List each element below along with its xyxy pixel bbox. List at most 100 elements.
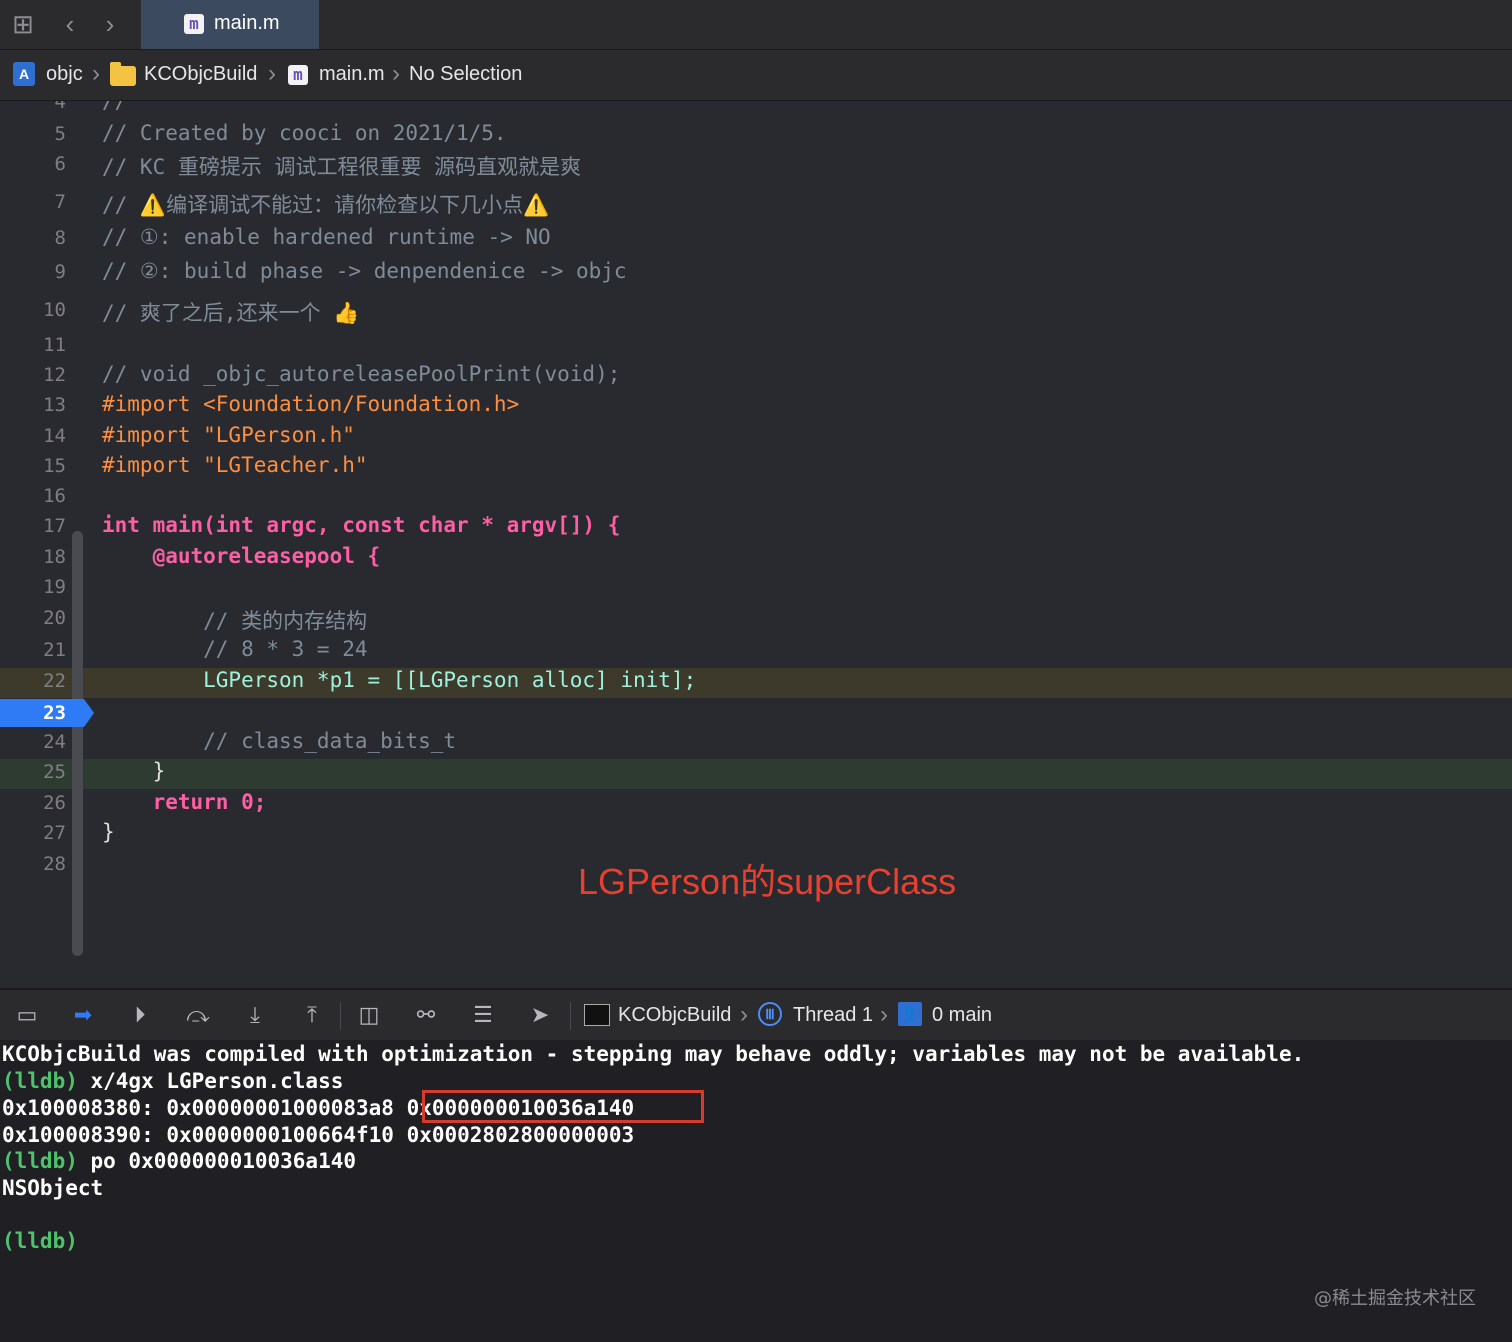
view-hierarchy-icon[interactable]: ◫ <box>355 1001 383 1029</box>
forward-arrow-icon[interactable]: › <box>95 9 125 39</box>
source-editor[interactable]: 4 // 5 // Created by cooci on 2021/1/5. … <box>0 101 1512 988</box>
thread-icon: Ⅲ <box>758 1002 782 1026</box>
line-number: 21 <box>43 639 66 661</box>
line-number: 19 <box>43 576 66 598</box>
code-text: @autoreleasepool { <box>102 544 381 568</box>
code-text: // 爽了之后,还来一个 👍 <box>102 301 360 325</box>
tab-main-m[interactable]: m main.m <box>141 0 319 49</box>
line-number: 18 <box>43 546 66 568</box>
watermark: @稀土掘金技术社区 <box>1314 1288 1476 1309</box>
breadcrumb-file[interactable]: main.m <box>319 63 385 86</box>
continue-icon[interactable]: ⏵ <box>126 1001 154 1029</box>
line-number: 26 <box>43 792 66 814</box>
code-line: 16 <box>0 483 1512 513</box>
console-line: (lldb) po 0x000000010036a140 <box>2 1149 357 1173</box>
code-text: // KC 重磅提示 调试工程很重要 源码直观就是爽 <box>102 155 582 179</box>
breadcrumb-project[interactable]: objc <box>46 63 83 86</box>
debug-target[interactable]: KCObjcBuild <box>618 1004 731 1027</box>
code-line: 17 int main(int argc, const char * argv[… <box>0 513 1512 543</box>
line-number: 10 <box>43 299 66 321</box>
line-number: 5 <box>54 123 66 145</box>
objc-file-icon: m <box>288 65 308 85</box>
code-line: 27 } <box>0 820 1512 850</box>
highlight-box <box>422 1090 704 1123</box>
console-line: (lldb) x/4gx LGPerson.class <box>2 1069 344 1093</box>
hide-debug-area-icon[interactable]: ▭ <box>13 1001 41 1029</box>
code-line: 5 // Created by cooci on 2021/1/5. <box>0 121 1512 151</box>
code-line: 9 // ②: build phase -> denpendenice -> o… <box>0 259 1512 289</box>
code-line: 20 // 类的内存结构 <box>0 605 1512 635</box>
lldb-prompt: (lldb) <box>2 1069 78 1093</box>
code-line: 21 // 8 * 3 = 24 <box>0 637 1512 667</box>
code-text: } <box>102 759 166 783</box>
line-number: 28 <box>43 853 66 875</box>
line-number: 4 <box>54 101 66 113</box>
code-line: 4 // <box>0 101 1512 119</box>
breakpoints-toggle-icon[interactable]: ➡ <box>69 1001 97 1029</box>
line-number: 17 <box>43 515 66 537</box>
code-line: 6 // KC 重磅提示 调试工程很重要 源码直观就是爽 <box>0 151 1512 181</box>
code-text: // <box>102 101 128 113</box>
debug-frame[interactable]: 0 main <box>932 1004 992 1027</box>
grid-icon[interactable]: ⊞ <box>8 9 38 39</box>
step-out-icon[interactable]: ⤒ <box>298 1001 326 1029</box>
line-number: 15 <box>43 455 66 477</box>
lldb-prompt: (lldb) <box>2 1229 78 1253</box>
code-text: // ②: build phase -> denpendenice -> obj… <box>102 259 627 283</box>
code-line: 12 // void _objc_autoreleasePoolPrint(vo… <box>0 362 1512 392</box>
code-text: // class_data_bits_t <box>102 729 457 753</box>
code-text: int main(int argc, const char * argv[]) … <box>102 513 621 537</box>
console-line: (lldb) <box>2 1229 78 1253</box>
code-text: LGPerson *p1 = [[LGPerson alloc] init]; <box>102 668 697 692</box>
editor-scrollbar[interactable] <box>72 531 83 956</box>
line-number: 12 <box>43 364 66 386</box>
environment-overrides-icon[interactable]: ☰ <box>469 1001 497 1029</box>
code-text: // ⚠️编译调试不能过：请你检查以下几小点⚠️ <box>102 193 550 217</box>
code-line: 11 <box>0 332 1512 362</box>
line-number: 13 <box>43 394 66 416</box>
tab-bar: ⊞ ‹ › m main.m <box>0 0 1512 50</box>
divider <box>570 1002 571 1030</box>
code-line: 8 // ①: enable hardened runtime -> NO <box>0 225 1512 255</box>
step-over-icon[interactable]: ⤼ <box>184 1001 212 1029</box>
breakpoint-marker[interactable]: 23 <box>0 699 94 727</box>
line-number: 16 <box>43 485 66 507</box>
memory-graph-icon[interactable]: ⚯ <box>412 1001 440 1029</box>
chevron-right-icon: › <box>880 1001 888 1028</box>
code-line: 14 #import "LGPerson.h" <box>0 423 1512 453</box>
user-frame-icon: 👤 <box>898 1002 922 1026</box>
line-number: 11 <box>43 334 66 356</box>
breadcrumb-folder[interactable]: KCObjcBuild <box>144 63 257 86</box>
code-line-current-statement: 22 LGPerson *p1 = [[LGPerson alloc] init… <box>0 668 1512 698</box>
code-text: #import "LGTeacher.h" <box>102 453 368 477</box>
simulate-location-icon[interactable]: ➤ <box>526 1001 554 1029</box>
breakpoint-line-number: 23 <box>43 702 66 724</box>
code-line: 23 <box>0 699 1512 729</box>
tab-label: main.m <box>214 12 280 34</box>
line-number: 6 <box>54 153 66 175</box>
code-text: // 类的内存结构 <box>102 609 368 633</box>
chevron-right-icon: › <box>740 1001 748 1028</box>
line-number: 25 <box>43 761 66 783</box>
chevron-right-icon: › <box>92 60 100 87</box>
divider <box>340 1002 341 1030</box>
step-into-icon[interactable]: ⤓ <box>241 1001 269 1029</box>
code-line: 7 // ⚠️编译调试不能过：请你检查以下几小点⚠️ <box>0 189 1512 219</box>
jump-bar: A objc › KCObjcBuild › m main.m › No Sel… <box>0 50 1512 101</box>
debug-thread[interactable]: Thread 1 <box>793 1004 873 1027</box>
objc-file-icon: m <box>184 14 204 34</box>
debug-bar: ▭ ➡ ⏵ ⤼ ⤓ ⤒ ◫ ⚯ ☰ ➤ KCObjcBuild › Ⅲ Thre… <box>0 988 1512 1042</box>
code-text: } <box>102 820 115 844</box>
lldb-console[interactable]: KCObjcBuild was compiled with optimizati… <box>0 1040 1512 1342</box>
code-text: #import <Foundation/Foundation.h> <box>102 392 520 416</box>
code-text: // Created by cooci on 2021/1/5. <box>102 121 507 145</box>
annotation-label: LGPerson的superClass <box>578 861 957 902</box>
console-line: NSObject <box>2 1176 104 1200</box>
line-number: 27 <box>43 822 66 844</box>
line-number: 20 <box>43 607 66 629</box>
line-number: 14 <box>43 425 66 447</box>
code-line: 10 // 爽了之后,还来一个 👍 <box>0 297 1512 327</box>
back-arrow-icon[interactable]: ‹ <box>55 9 85 39</box>
breadcrumb-symbol[interactable]: No Selection <box>409 63 522 86</box>
